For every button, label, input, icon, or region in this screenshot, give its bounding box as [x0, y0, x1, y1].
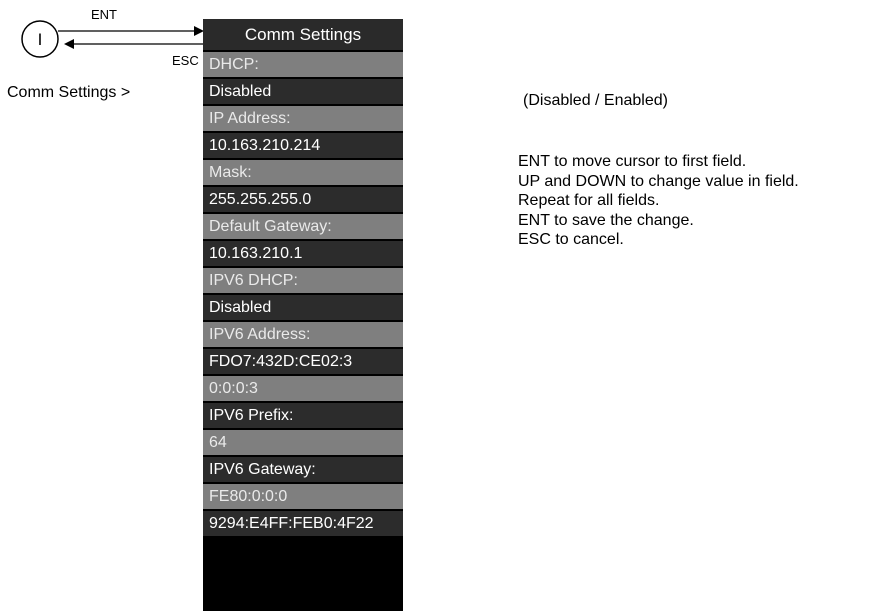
esc-arrowhead	[64, 39, 74, 49]
instruction-line: Repeat for all fields.	[518, 192, 660, 209]
info-icon-glyph: I	[38, 30, 43, 49]
field-value-row: IPV6 Prefix:	[203, 403, 403, 428]
field-label-row: DHCP:	[203, 52, 403, 77]
menu-path-breadcrumb: Comm Settings >	[7, 84, 131, 101]
field-value-row: Disabled	[203, 79, 403, 104]
navigation-arrows: I	[21, 20, 204, 58]
field-value-row: 10.163.210.1	[203, 241, 403, 266]
esc-label: ESC	[172, 53, 199, 68]
dhcp-options-hint: (Disabled / Enabled)	[523, 92, 668, 109]
settings-list: DHCP: Disabled IP Address: 10.163.210.214 Ma…	[203, 52, 403, 536]
ent-label: ENT	[91, 7, 117, 22]
instructions: ENT to move cursor to first field. UP and…	[518, 152, 799, 250]
field-label-row: 64	[203, 430, 403, 455]
instruction-line: ENT to move cursor to first field.	[518, 153, 747, 170]
field-label-row: Default Gateway:	[203, 214, 403, 239]
field-value-row: FDO7:432D:CE02:3	[203, 349, 403, 374]
field-value-row: IPV6 Gateway:	[203, 457, 403, 482]
field-value-row: Disabled	[203, 295, 403, 320]
field-value-row: 255.255.255.0	[203, 187, 403, 212]
field-value-row: 10.163.210.214	[203, 133, 403, 158]
field-label-row: Mask:	[203, 160, 403, 185]
instruction-line: ESC to cancel.	[518, 231, 624, 248]
lcd-screen: Comm Settings DHCP: Disabled IP Address: 10…	[203, 19, 403, 611]
field-label-row: IPV6 Address:	[203, 322, 403, 347]
screen-title: Comm Settings	[203, 19, 403, 50]
field-value-row: 9294:E4FF:FEB0:4F22	[203, 511, 403, 536]
field-label-row: FE80:0:0:0	[203, 484, 403, 509]
field-label-row: IP Address:	[203, 106, 403, 131]
field-label-row: IPV6 DHCP:	[203, 268, 403, 293]
instruction-line: UP and DOWN to change value in field.	[518, 172, 799, 190]
field-label-row: 0:0:0:3	[203, 376, 403, 401]
instruction-line: ENT to save the change.	[518, 211, 694, 229]
